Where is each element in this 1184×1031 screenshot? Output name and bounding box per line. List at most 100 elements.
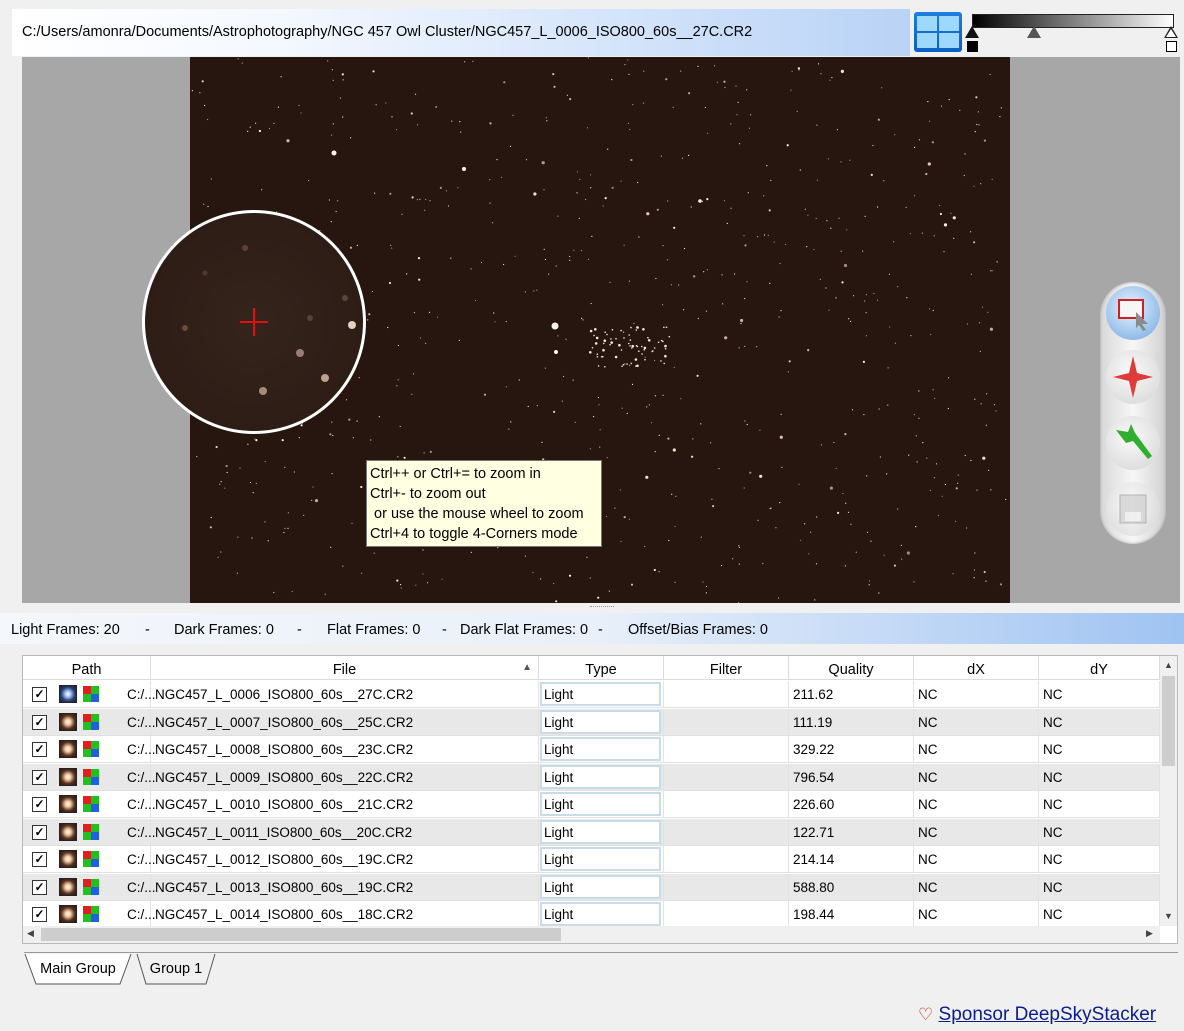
- scroll-left-icon[interactable]: ◀: [27, 928, 34, 939]
- row-checkbox[interactable]: ✓: [32, 907, 47, 922]
- star: [251, 537, 253, 539]
- star: [721, 274, 723, 276]
- type-select[interactable]: Light: [540, 874, 661, 899]
- star: [705, 585, 708, 588]
- column-header-quality[interactable]: Quality: [789, 656, 914, 680]
- star: [590, 174, 592, 176]
- scroll-right-icon[interactable]: ▶: [1146, 928, 1153, 939]
- star: [373, 552, 375, 554]
- star: [779, 262, 781, 265]
- star: [744, 345, 746, 347]
- cell-dy: NC: [1039, 901, 1160, 928]
- save-icon[interactable]: [1106, 482, 1160, 536]
- table-row[interactable]: ✓ C:/... NGC457_L_0006_ISO800_60s__27C.CR2…: [23, 681, 1160, 708]
- column-header-path[interactable]: Path: [23, 656, 151, 680]
- type-select[interactable]: Light: [540, 847, 661, 871]
- type-select[interactable]: Light: [540, 819, 661, 844]
- edit-comet-icon[interactable]: [1106, 416, 1160, 470]
- column-header-file[interactable]: File ▲: [151, 656, 539, 680]
- star: [710, 442, 712, 444]
- cell-path: C:/...: [127, 791, 156, 818]
- star: [807, 214, 809, 216]
- star: [628, 280, 630, 282]
- black-point-marker: [967, 41, 978, 52]
- star: [690, 206, 692, 208]
- star: [330, 134, 333, 136]
- white-point-handle[interactable]: [1164, 26, 1178, 38]
- scroll-thumb[interactable]: [1162, 676, 1175, 766]
- splitter-handle[interactable]: [590, 606, 614, 610]
- star: [209, 526, 212, 529]
- frames-table[interactable]: Path File ▲ Type Filter Quality dX dY ✓ C…: [22, 655, 1178, 944]
- star: [835, 467, 837, 469]
- type-select[interactable]: Light: [540, 709, 661, 734]
- type-select[interactable]: Light: [540, 764, 661, 789]
- star: [929, 120, 931, 122]
- table-row[interactable]: ✓ C:/... NGC457_L_0009_ISO800_60s__22C.CR2…: [23, 763, 1160, 791]
- black-point-handle[interactable]: [965, 26, 979, 38]
- type-select[interactable]: Light: [540, 682, 661, 706]
- type-select[interactable]: Light: [540, 902, 661, 926]
- tab-group-1[interactable]: Group 1: [136, 953, 216, 985]
- row-checkbox[interactable]: ✓: [32, 687, 47, 702]
- star: [312, 486, 314, 488]
- star: [663, 362, 665, 365]
- table-row[interactable]: ✓ C:/... NGC457_L_0010_ISO800_60s__21C.CR2…: [23, 791, 1160, 818]
- star: [1005, 498, 1007, 501]
- midtone-handle[interactable]: [1027, 26, 1041, 38]
- star: [843, 263, 848, 268]
- star: [203, 203, 205, 205]
- star: [830, 227, 832, 229]
- table-row[interactable]: ✓ C:/... NGC457_L_0008_ISO800_60s__23C.CR2…: [23, 736, 1160, 763]
- select-rectangle-icon[interactable]: [1106, 286, 1160, 340]
- column-header-dy[interactable]: dY: [1039, 656, 1160, 680]
- row-checkbox[interactable]: ✓: [32, 852, 47, 867]
- edit-stars-icon[interactable]: [1106, 350, 1160, 404]
- star: [797, 67, 801, 70]
- four-corners-mode-icon[interactable]: [914, 12, 962, 52]
- star: [916, 461, 918, 463]
- star: [609, 281, 611, 283]
- star: [611, 328, 614, 331]
- star: [597, 596, 600, 599]
- row-checkbox[interactable]: ✓: [32, 797, 47, 812]
- row-checkbox[interactable]: ✓: [32, 742, 47, 757]
- star: [668, 539, 670, 542]
- row-checkbox[interactable]: ✓: [32, 769, 47, 785]
- star: [929, 308, 931, 310]
- type-select[interactable]: Light: [540, 792, 661, 816]
- star: [780, 413, 782, 415]
- cell-dx: NC: [914, 818, 1039, 846]
- row-checkbox[interactable]: ✓: [32, 824, 47, 840]
- scroll-down-icon[interactable]: ▼: [1164, 911, 1173, 921]
- tab-main-group[interactable]: Main Group: [24, 953, 132, 985]
- column-header-filter[interactable]: Filter: [664, 656, 789, 680]
- star: [790, 89, 792, 91]
- star: [540, 578, 542, 580]
- scroll-thumb[interactable]: [41, 928, 561, 941]
- cell-dx: NC: [914, 763, 1039, 791]
- star: [937, 514, 940, 517]
- row-checkbox[interactable]: ✓: [32, 879, 47, 895]
- star: [435, 106, 437, 108]
- star: [897, 508, 899, 510]
- star: [777, 597, 780, 599]
- scroll-up-icon[interactable]: ▲: [1164, 660, 1173, 670]
- column-header-dx[interactable]: dX: [914, 656, 1039, 680]
- horizontal-scrollbar[interactable]: ◀ ▶: [23, 926, 1160, 943]
- column-header-type[interactable]: Type: [539, 656, 664, 680]
- star: [496, 159, 498, 161]
- star: [626, 363, 628, 365]
- star: [970, 459, 972, 462]
- table-row[interactable]: ✓ C:/... NGC457_L_0014_ISO800_60s__18C.CR2…: [23, 901, 1160, 928]
- type-select[interactable]: Light: [540, 737, 661, 761]
- row-checkbox[interactable]: ✓: [32, 714, 47, 730]
- vertical-scrollbar[interactable]: ▲ ▼: [1160, 656, 1177, 926]
- table-row[interactable]: ✓ C:/... NGC457_L_0013_ISO800_60s__19C.CR2…: [23, 873, 1160, 901]
- table-row[interactable]: ✓ C:/... NGC457_L_0007_ISO800_60s__25C.CR2…: [23, 708, 1160, 736]
- table-row[interactable]: ✓ C:/... NGC457_L_0011_ISO800_60s__20C.CR2…: [23, 818, 1160, 846]
- dark-flat-frames-count: Dark Flat Frames: 0: [460, 622, 589, 638]
- sponsor-link[interactable]: Sponsor DeepSkyStacker: [939, 1004, 1157, 1025]
- table-row[interactable]: ✓ C:/... NGC457_L_0012_ISO800_60s__19C.CR2…: [23, 846, 1160, 873]
- star: [533, 290, 535, 292]
